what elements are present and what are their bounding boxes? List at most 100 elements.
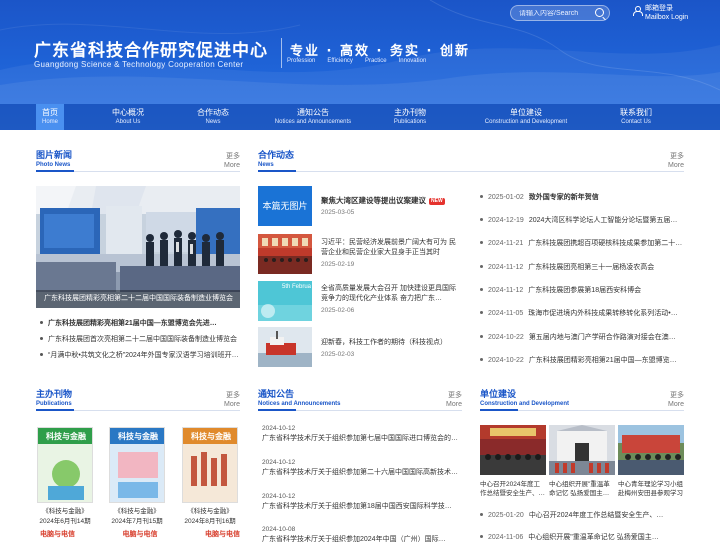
photo-news-title: 图片新闻 Photo News	[36, 150, 72, 169]
notice-item[interactable]: 2024-10-12 广东省科学技术厅关于组织参加第七届中国国际进口博览会的…	[262, 424, 462, 444]
news-thumb-image	[258, 327, 312, 367]
publication-footer-label[interactable]: 电脑与电信	[123, 529, 158, 539]
list-item-title: 中心召开2024年度工作总结暨安全生产、…	[528, 512, 664, 519]
news-item-date: 2025-02-06	[321, 307, 355, 314]
nav-label-cn: 联系我们	[620, 108, 652, 117]
publication-issue: 2024年8月刊16期	[184, 518, 236, 525]
construction-photo-caption[interactable]: 中心青年理论学习小组赴梅州安田县参观学习	[618, 480, 684, 498]
more-cn: 更多	[670, 153, 684, 160]
nav-label-cn: 合作动态	[197, 108, 229, 117]
photo-news-carousel[interactable]: 广东科技展团精彩亮相第二十二届中国国际装备制造业博览会	[36, 186, 240, 308]
news-list-item[interactable]: 2024-12-19 2024大湾区科学论坛人工智能分论坛暨第五届…	[480, 215, 685, 225]
publications-more-link[interactable]: 更多 More	[215, 391, 240, 409]
notice-date: 2024-10-12	[262, 459, 296, 466]
news-item[interactable]: 习近平：民营经济发展前景广阔大有可为 民营企业和民营企业家大显身手正当其时 20…	[321, 238, 456, 270]
publication-cover[interactable]: 科技与金融	[182, 427, 238, 503]
news-list-item[interactable]: 2024-10-22 广东科技展团精彩亮相第21届中国—东盟博览…	[480, 355, 685, 365]
publication-issue: 2024年6月刊14期	[39, 518, 91, 525]
construction-list-item[interactable]: 2025-01-20 中心召开2024年度工作总结暨安全生产、…	[480, 510, 685, 520]
notice-item[interactable]: 2024-10-08 广东省科学技术厅关于组织参加2024年中国（广州）国际…	[262, 525, 462, 545]
no-image-label: 本篇无图片	[262, 201, 308, 211]
section-divider	[258, 171, 684, 172]
photo-news-list-item[interactable]: 广东科技展团精彩亮相第21届中国—东盟博览会先进…	[40, 318, 240, 328]
notice-item[interactable]: 2024-10-12 广东省科学技术厅关于组织参加第18届中国西安国际科学技…	[262, 492, 462, 512]
publication-cover-title: 科技与金融	[191, 432, 231, 441]
publication-cover[interactable]: 科技与金融	[109, 427, 165, 503]
nav-label-cn: 主办刊物	[394, 108, 426, 117]
section-title-cn: 合作动态	[258, 150, 295, 160]
construction-photo[interactable]	[480, 425, 546, 475]
nav-item-news[interactable]: 合作动态 News	[183, 104, 243, 130]
list-item-title: 第五届内地与澳门产学研合作路演对接会在澳…	[528, 334, 676, 341]
mailbox-login-link[interactable]: 邮箱登录 Mailbox Login	[633, 4, 688, 22]
news-item-date: 2025-02-19	[321, 261, 355, 268]
publications-title: 主办刊物 Publications	[36, 389, 72, 408]
news-item[interactable]: 迎新春，科技工作者的期待（科技视点） 2025-02-03	[321, 338, 456, 360]
photo-news-list-item[interactable]: “月满中秋•共筑文化之桥”2024年外国专家汉语学习培训班开…	[40, 350, 240, 360]
publication-name[interactable]: 《科技与金融》	[105, 507, 169, 516]
news-thumb[interactable]	[258, 327, 312, 367]
news-item-date: 2025-03-05	[321, 209, 355, 216]
mailbox-login-en: Mailbox Login	[645, 14, 689, 21]
list-item-title: 珠海市促进境内外科技成果转移转化系列活动•…	[528, 310, 678, 317]
notice-item[interactable]: 2024-10-12 广东省科学技术厅关于组织参加第二十六届中国国际高新技术…	[262, 458, 462, 478]
construction-photo-caption[interactable]: 中心组织开展"重温革命记忆 弘扬爱国主…	[549, 480, 615, 498]
notices-more-link[interactable]: 更多 More	[437, 391, 462, 409]
news-item[interactable]: 全省高质量发展大会召开 加快建设更具国际竞争力的现代化产业体系 奋力把广东… 2…	[321, 284, 456, 316]
list-item-title: 广东科技展团首次亮相第二十二届中国国际装备制造业博览会	[48, 336, 237, 343]
news-thumb[interactable]	[258, 234, 312, 274]
nav-item-publications[interactable]: 主办刊物 Publications	[385, 104, 435, 130]
list-item-title: 致外国专家的新年贺信	[528, 194, 599, 201]
construction-title: 单位建设 Construction and Development	[480, 389, 569, 408]
construction-more-link[interactable]: 更多 More	[659, 391, 684, 409]
site-logo-cn[interactable]: 广东省科技合作研究促进中心	[34, 36, 268, 61]
publication-footer-label[interactable]: 电脑与电信	[205, 529, 240, 539]
notice-title: 广东省科学技术厅关于组织参加第七届中国国际进口博览会的…	[262, 435, 458, 442]
publication-name[interactable]: 《科技与金融》	[178, 507, 242, 516]
construction-photo[interactable]	[618, 425, 684, 475]
section-title-en: Notices and Announcements	[258, 401, 341, 407]
mailbox-login-cn: 邮箱登录	[645, 5, 673, 12]
slogan-en-item: Efficiency	[327, 58, 353, 64]
news-list-item[interactable]: 2024-11-12 广东科技展团亮相第三十一届杨凌农高会	[480, 262, 685, 272]
news-thumb[interactable]: 5th Februa	[258, 281, 312, 321]
notice-title: 广东省科学技术厅关于组织参加第18届中国西安国际科学技…	[262, 503, 452, 510]
nav-item-construction[interactable]: 单位建设 Construction and Development	[478, 104, 574, 130]
publication-footer-row: 电脑与电信 电脑与电信 电脑与电信	[40, 529, 240, 539]
news-list-item[interactable]: 2024-11-05 珠海市促进境内外科技成果转移转化系列活动•…	[480, 308, 685, 318]
publication-footer-label[interactable]: 电脑与电信	[40, 529, 75, 539]
news-list-item[interactable]: 2024-10-22 第五届内地与澳门产学研合作路演对接会在澳…	[480, 332, 685, 342]
publication-name[interactable]: 《科技与金融》	[33, 507, 97, 516]
list-item-title: “月满中秋•共筑文化之桥”2024年外国专家汉语学习培训班开…	[48, 352, 239, 359]
nav-item-home[interactable]: 首页 Home	[36, 104, 64, 130]
news-thumb-text: 5th Februa	[282, 284, 312, 290]
bullet-icon	[480, 357, 483, 361]
news-item-title: 迎新春，科技工作者的期待（科技视点）	[321, 339, 447, 346]
list-item-date: 2024-11-21	[488, 240, 524, 247]
list-item-date: 2024-10-22	[488, 357, 524, 364]
list-item-title: 广东科技展团携超百项硬核科技成果参加第二十…	[528, 240, 683, 247]
publication-cover[interactable]: 科技与金融	[37, 427, 93, 503]
news-list-item[interactable]: 2025-01-02 致外国专家的新年贺信	[480, 192, 685, 202]
nav-item-notices[interactable]: 通知公告 Notices and Announcements	[267, 104, 359, 130]
news-thumb-placeholder[interactable]: 本篇无图片	[258, 186, 312, 226]
nav-item-about[interactable]: 中心概况 About Us	[98, 104, 158, 130]
search-input[interactable]	[511, 9, 591, 17]
news-list-item[interactable]: 2024-11-21 广东科技展团携超百项硬核科技成果参加第二十…	[480, 238, 685, 248]
photo-news-caption[interactable]: 广东科技展团精彩亮相第二十二届中国国际装备制造业博览会	[36, 290, 240, 308]
bullet-icon	[40, 352, 43, 356]
section-accent	[258, 409, 296, 411]
construction-photo[interactable]	[549, 425, 615, 475]
construction-photo-caption[interactable]: 中心召开2024年度工作总结暨安全生产、…	[480, 480, 546, 498]
publication-cover-title: 科技与金融	[46, 432, 86, 441]
news-list-item[interactable]: 2024-11-12 广东科技展团参展第18届西安科博会	[480, 285, 685, 295]
nav-item-contact[interactable]: 联系我们 Contact Us	[614, 104, 658, 130]
news-more-link[interactable]: 更多 More	[659, 152, 684, 170]
construction-list-item[interactable]: 2024-11-06 中心组织开展"重温革命记忆 弘扬爱国主…	[480, 532, 685, 542]
photo-news-list-item[interactable]: 广东科技展团首次亮相第二十二届中国国际装备制造业博览会	[40, 334, 240, 344]
site-header: 广东省科技合作研究促进中心 Guangdong Science & Techno…	[0, 0, 720, 130]
news-item[interactable]: 聚焦大湾区建设等提出议案建议 NEW 2025-03-05	[321, 196, 456, 218]
photo-news-more-link[interactable]: 更多 More	[215, 152, 240, 170]
list-item-title: 广东科技展团精彩亮相第21届中国—东盟博览…	[528, 357, 677, 364]
search-icon[interactable]	[595, 8, 604, 17]
